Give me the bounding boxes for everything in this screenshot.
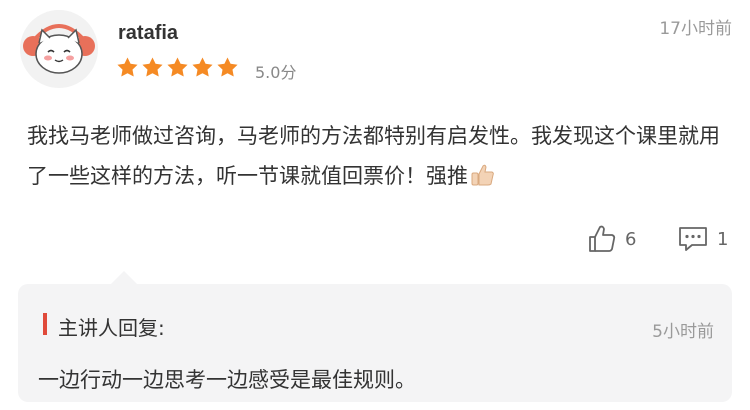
rating-score: 5.0分 [255,63,297,82]
cat-avatar-icon [20,10,98,88]
review-body: 我找马老师做过咨询，马老师的方法都特别有启发性。我发现这个课里就用了一些这样的方… [27,116,727,196]
star-icon [117,57,138,77]
comment-icon [679,227,707,251]
like-count: 6 [625,228,637,250]
comment-button[interactable]: 1 [677,224,728,254]
reply-pointer [111,271,137,284]
reply-text: 一边行动一边思考一边感受是最佳规则。 [38,368,416,392]
reply-timestamp: 5小时前 [652,322,714,342]
star-icon [217,57,238,77]
reply-accent-bar [43,313,47,335]
thumbs-up-icon [589,225,616,252]
review-timestamp: 17小时前 [659,19,732,39]
username[interactable]: ratafia [118,22,178,45]
star-rating [116,56,239,79]
star-icon [192,57,213,77]
lecturer-reply: 主讲人回复: 5小时前 一边行动一边思考一边感受是最佳规则。 [18,284,732,402]
avatar[interactable] [20,10,98,88]
like-button[interactable]: 6 [587,224,636,254]
comment-count: 1 [717,228,729,250]
star-icon [167,57,188,77]
star-icon [142,57,163,77]
review-text: 我找马老师做过咨询，马老师的方法都特别有启发性。我发现这个课里就用了一些这样的方… [27,124,720,188]
thumbs-up-emoji-icon [471,164,494,186]
reply-title: 主讲人回复: [58,316,165,340]
